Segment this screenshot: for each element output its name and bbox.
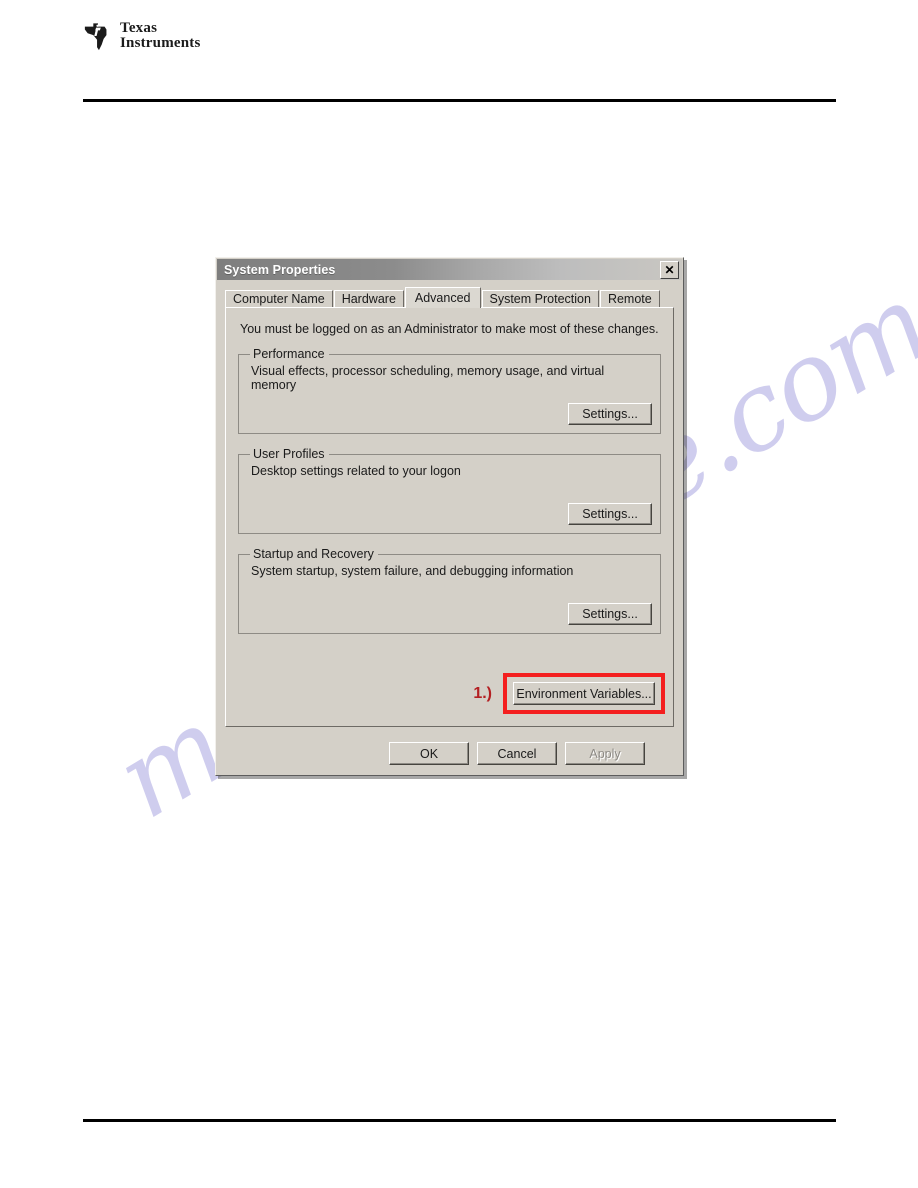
close-icon[interactable]: ✕	[660, 261, 679, 279]
footer-divider	[83, 1119, 836, 1122]
environment-variables-highlight-box: Environment Variables...	[503, 673, 665, 714]
document-page: Texas Instruments manualshive.com System…	[0, 0, 918, 1188]
startup-recovery-group: Startup and Recovery System startup, sys…	[238, 547, 661, 634]
texas-instruments-logo: Texas Instruments	[83, 20, 201, 52]
startup-recovery-group-legend: Startup and Recovery	[253, 547, 374, 561]
tab-advanced[interactable]: Advanced	[404, 287, 481, 308]
performance-group-legend: Performance	[253, 347, 325, 361]
user-profiles-group-legend: User Profiles	[253, 447, 325, 461]
advanced-tab-panel: You must be logged on as an Administrato…	[225, 307, 674, 727]
tab-system-protection[interactable]: System Protection	[481, 290, 599, 307]
dialog-footer-buttons: OK Cancel Apply	[216, 742, 683, 765]
startup-recovery-settings-button[interactable]: Settings...	[568, 603, 652, 625]
dialog-title: System Properties	[224, 262, 336, 277]
administrator-note: You must be logged on as an Administrato…	[240, 322, 659, 336]
environment-variables-row: 1.) Environment Variables...	[473, 673, 665, 714]
user-profiles-description: Desktop settings related to your logon	[251, 464, 461, 478]
ok-button[interactable]: OK	[389, 742, 469, 765]
performance-settings-button[interactable]: Settings...	[568, 403, 652, 425]
ti-texas-state-logo	[84, 23, 107, 51]
tab-computer-name[interactable]: Computer Name	[225, 290, 333, 307]
tab-remote[interactable]: Remote	[599, 290, 660, 307]
tab-strip: Computer Name Hardware Advanced System P…	[225, 286, 674, 308]
environment-variables-button[interactable]: Environment Variables...	[513, 682, 655, 705]
logo-text-line2: Instruments	[120, 35, 201, 52]
startup-recovery-description: System startup, system failure, and debu…	[251, 564, 574, 578]
system-properties-dialog: System Properties ✕ Computer Name Hardwa…	[215, 257, 684, 776]
performance-description: Visual effects, processor scheduling, me…	[251, 364, 605, 392]
performance-group: Performance Visual effects, processor sc…	[238, 347, 661, 434]
header-divider	[83, 99, 836, 102]
tab-hardware[interactable]: Hardware	[333, 290, 404, 307]
user-profiles-settings-button[interactable]: Settings...	[568, 503, 652, 525]
user-profiles-group: User Profiles Desktop settings related t…	[238, 447, 661, 534]
cancel-button[interactable]: Cancel	[477, 742, 557, 765]
apply-button: Apply	[565, 742, 645, 765]
step-annotation-label: 1.)	[473, 684, 492, 702]
logo-text-line1: Texas	[120, 20, 158, 36]
dialog-titlebar[interactable]: System Properties ✕	[217, 259, 682, 280]
